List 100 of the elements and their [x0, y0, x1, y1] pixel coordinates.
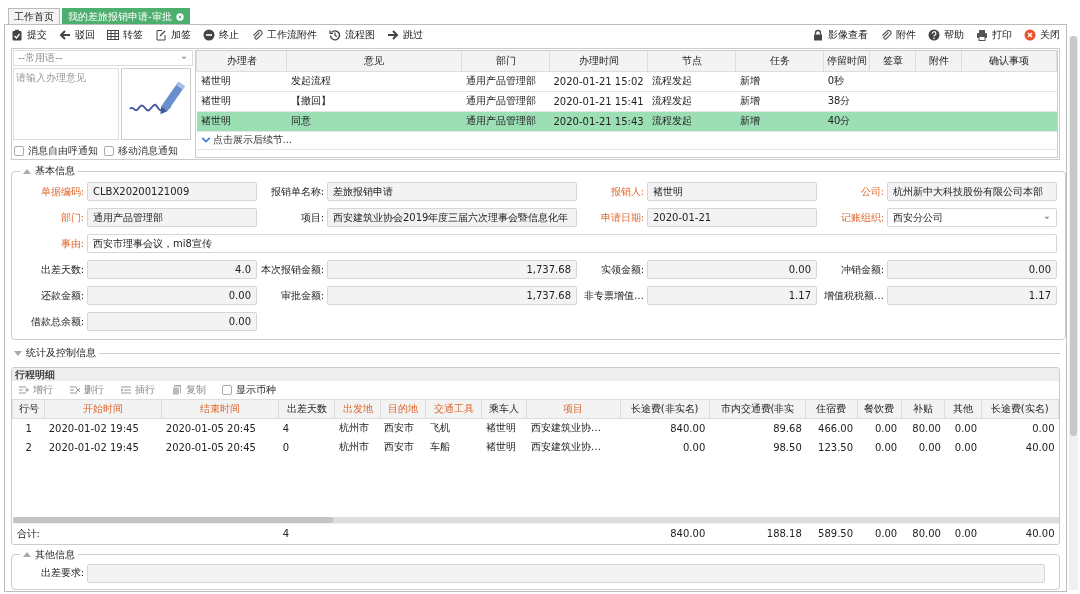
select-field[interactable]: 西安分公司 — [887, 208, 1057, 227]
table-cell: 0秒 — [823, 71, 870, 91]
column-header[interactable]: 长途费(实名) — [981, 399, 1059, 419]
field-label: 非专票增值… — [583, 288, 644, 303]
readonly-field: CLBX20200121009 — [87, 182, 257, 201]
column-header[interactable]: 市内交通费(非实 — [709, 399, 806, 419]
total-cell: 840.00 — [620, 523, 710, 544]
total-label: 合计: — [12, 523, 279, 544]
column-header: 附件 — [915, 51, 962, 71]
field-label: 项目: — [299, 210, 324, 225]
column-header[interactable]: 其他 — [944, 399, 982, 419]
input-field[interactable]: 西安市理事会议，mi8宣传 — [87, 234, 1057, 253]
column-header[interactable]: 补贴 — [901, 399, 945, 419]
stop-icon — [203, 29, 215, 41]
table-cell-text: 西安建筑业协… — [529, 440, 602, 454]
copy-icon — [171, 384, 183, 396]
table-cell-text: 2 — [24, 440, 33, 455]
readonly-field: 西安建筑业协会2019年度三届六次理事会暨信息化年 — [327, 208, 577, 227]
toolbar-button[interactable]: 流程图 — [329, 27, 375, 43]
toolbar-button[interactable]: 附件 — [880, 27, 916, 43]
table-cell: 0.00 — [857, 418, 902, 438]
column-header: 停留时间 — [823, 51, 870, 71]
readonly-field: 4.0 — [87, 260, 257, 279]
toolbar-button[interactable]: 帮助 — [928, 27, 964, 43]
table-cell: 褚世明 — [196, 111, 287, 131]
toolbar-button[interactable]: 跳过 — [387, 27, 423, 43]
field-label: 报销人: — [609, 184, 644, 199]
table-cell-text: 0 — [281, 440, 291, 455]
column-header: 确认事项 — [961, 51, 1057, 71]
expand-icon[interactable] — [14, 350, 22, 356]
toolbar-button[interactable]: 提交 — [11, 27, 47, 43]
table-cell: 褚世明 — [481, 418, 527, 438]
field-label: 出差要求: — [39, 566, 84, 580]
tab[interactable]: 工作首页 — [8, 8, 60, 24]
panel-title: 行程明细 — [12, 368, 1059, 381]
checkbox[interactable]: 消息自由呼通知 — [14, 144, 98, 158]
column-header: 任务 — [735, 51, 824, 71]
column-header[interactable]: 住宿费 — [805, 399, 858, 419]
table-cell-text: 2020-01-02 19:45 — [47, 440, 140, 455]
collapse-icon[interactable] — [23, 552, 31, 557]
field-label: 还款金额: — [39, 288, 84, 303]
table-row[interactable]: 褚世明 【撤回】 通用产品管理部 2020-01-21 15:41 流程发起 新增 38分 — [196, 91, 1057, 111]
column-header[interactable]: 餐饮费 — [857, 399, 902, 419]
toolbar-button[interactable]: 驳回 — [59, 27, 95, 43]
table-row[interactable]: 褚世明 同意 通用产品管理部 2020-01-21 15:43 流程发起 新增 40分 — [196, 111, 1057, 131]
field-label: 部门: — [59, 210, 84, 225]
toolbar-button[interactable]: 关闭 — [1024, 27, 1060, 43]
readonly-field: 0.00 — [87, 286, 257, 305]
table-cell: 1 — [12, 418, 45, 438]
toolbar-button[interactable]: 影像查看 — [812, 27, 868, 43]
table-cell: 褚世明 — [196, 91, 287, 111]
column-header[interactable]: 乘车人 — [481, 399, 527, 419]
toolbar-button[interactable]: 转签 — [107, 27, 143, 43]
checkbox[interactable]: 移动消息通知 — [104, 144, 178, 158]
table-cell: 通用产品管理部 — [461, 71, 550, 91]
checkbox[interactable]: 显示币种 — [222, 383, 276, 397]
scrollbar-thumb[interactable] — [12, 516, 333, 523]
column-header: 办理者 — [196, 51, 287, 71]
toolbar-button[interactable]: 终止 — [203, 27, 239, 43]
delete-row-icon — [69, 384, 81, 396]
field-label: 事由: — [59, 236, 84, 251]
field-label: 实领金额: — [599, 262, 644, 277]
collapse-icon[interactable] — [23, 168, 31, 174]
column-header: 签章 — [869, 51, 916, 71]
paperclip-icon — [251, 29, 263, 41]
scrollbar-thumb[interactable] — [1070, 36, 1077, 436]
table-cell: 0.00 — [981, 418, 1059, 438]
column-header[interactable]: 出差天数 — [278, 399, 335, 419]
table-cell-text: 123.50 — [817, 440, 855, 455]
field-label: 增值税税额… — [823, 288, 884, 303]
field-label: 审批金额: — [279, 288, 324, 303]
total-cell: 4 — [278, 523, 335, 544]
table-cell-text: 0.00 — [917, 440, 942, 455]
vertical-scrollbar[interactable] — [1069, 36, 1078, 590]
column-header[interactable]: 长途费(非实名) — [620, 399, 710, 419]
section-title: 其他信息 — [35, 547, 75, 562]
grid-icon — [107, 29, 119, 41]
lock-icon — [812, 29, 824, 41]
table-cell-text: 西安市 — [383, 440, 416, 454]
table-cell-text: 0.00 — [953, 440, 979, 455]
section-title: 基本信息 — [35, 164, 75, 178]
opinion-field[interactable]: 请输入办理意见 — [13, 68, 119, 140]
table-cell: 通用产品管理部 — [461, 91, 550, 111]
close-icon[interactable] — [175, 12, 184, 21]
table-cell-text: 0.00 — [873, 440, 899, 455]
help-icon — [928, 29, 940, 41]
total-cell: 188.18 — [709, 523, 806, 544]
table-cell-text: 车船 — [428, 440, 451, 454]
toolbar-button[interactable]: 加签 — [155, 27, 191, 43]
field-label: 单据编码: — [39, 184, 84, 199]
toolbar-button[interactable]: 工作流附件 — [251, 27, 317, 43]
phrase-select[interactable]: --常用语-- — [13, 50, 193, 66]
expand-link[interactable]: 点击展示后续节... — [200, 133, 293, 147]
column-header[interactable]: 行号 — [12, 399, 45, 419]
readonly-field: 2020-01-21 — [647, 208, 817, 227]
close-icon — [1024, 29, 1036, 41]
horizontal-scrollbar[interactable] — [12, 516, 1059, 523]
toolbar-button[interactable]: 打印 — [976, 27, 1012, 43]
table-row[interactable]: 褚世明 发起流程 通用产品管理部 2020-01-21 15:02 流程发起 新增 0秒 — [196, 71, 1057, 91]
readonly-field: 1.17 — [887, 286, 1057, 305]
